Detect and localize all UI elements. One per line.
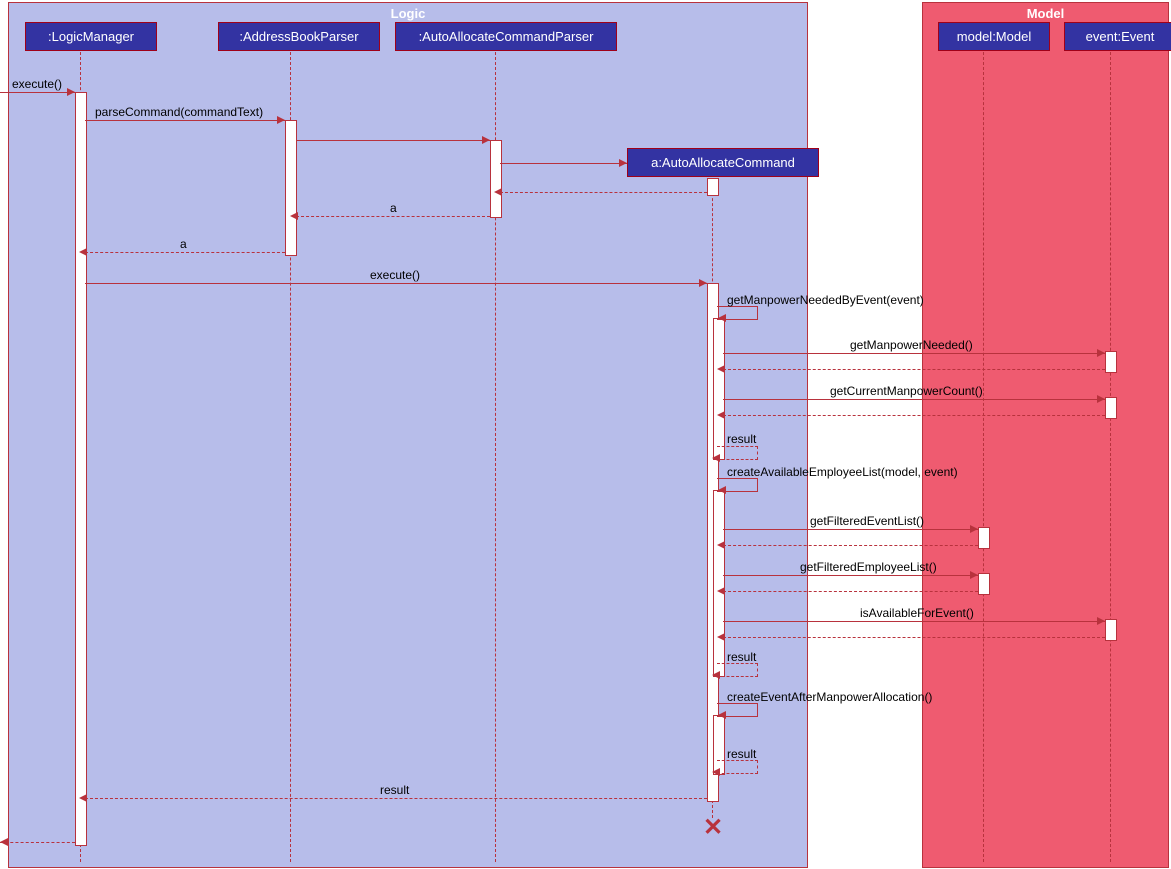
- arrow-return-a1: [296, 216, 490, 217]
- label-create-available-list: createAvailableEmployeeList(model, event…: [727, 465, 958, 479]
- participant-auto-allocate-parser: :AutoAllocateCommandParser: [395, 22, 617, 51]
- arrow-return-external: [0, 842, 75, 843]
- selfreturn-result1: [717, 446, 758, 460]
- arrowhead-self-create-available: [718, 486, 726, 494]
- arrowhead-get-manpower-needed: [1097, 349, 1105, 357]
- label-result3: result: [727, 747, 756, 761]
- label-current-manpower-count: getCurrentManpowerCount(): [830, 384, 983, 398]
- label-result-final: result: [380, 783, 409, 797]
- label-is-available: isAvailableForEvent(): [860, 606, 974, 620]
- label-get-manpower-needed: getManpowerNeeded(): [850, 338, 973, 352]
- arrow-return-aacp: [500, 192, 707, 193]
- activation-event-3: [1105, 619, 1117, 641]
- arrowhead-is-available: [1097, 617, 1105, 625]
- activation-event-1: [1105, 351, 1117, 373]
- arrow-execute-cmd: [85, 283, 707, 284]
- participant-event: event:Event: [1064, 22, 1171, 51]
- participant-model: model:Model: [938, 22, 1050, 51]
- arrow-get-manpower-needed: [723, 353, 1105, 354]
- arrowhead-return-manpower-needed: [717, 365, 725, 373]
- frame-model-label: Model: [1027, 6, 1065, 21]
- arrow-is-available: [723, 621, 1105, 622]
- arrowhead-execute-in: [67, 88, 75, 96]
- arrow-return-manpower-needed: [723, 369, 1105, 370]
- label-execute-in: execute(): [12, 77, 62, 91]
- arrowhead-return-a1: [290, 212, 298, 220]
- frame-logic-label: Logic: [391, 6, 426, 21]
- label-result2: result: [727, 650, 756, 664]
- arrowhead-return-external: [0, 838, 8, 846]
- arrowhead-self-create-event: [718, 711, 726, 719]
- participant-logic-manager: :LogicManager: [25, 22, 157, 51]
- sequence-diagram: Logic Model :LogicManager :AddressBookPa…: [0, 0, 1171, 869]
- destroy-icon: ✕: [703, 813, 723, 842]
- lifeline-model: [983, 52, 984, 862]
- arrow-return-result-final: [85, 798, 707, 799]
- label-manpower-by-event: getManpowerNeededByEvent(event): [727, 293, 924, 307]
- activation-model-1: [978, 527, 990, 549]
- arrowhead-return-aacp: [494, 188, 502, 196]
- arrow-filtered-employee-list: [723, 575, 978, 576]
- activation-auto-allocate-command-create: [707, 178, 719, 196]
- arrowhead-self-manpower: [718, 314, 726, 322]
- arrow-return-filtered-employee: [723, 591, 978, 592]
- label-result1: result: [727, 432, 756, 446]
- label-parse-command: parseCommand(commandText): [95, 105, 263, 119]
- participant-auto-allocate-command: a:AutoAllocateCommand: [627, 148, 819, 177]
- selfreturn-result3: [717, 760, 758, 774]
- lifeline-event: [1110, 52, 1111, 862]
- label-execute-cmd: execute(): [370, 268, 420, 282]
- arrowhead-filtered-event-list: [970, 525, 978, 533]
- arrowhead-return-filtered-event: [717, 541, 725, 549]
- label-return-a2: a: [180, 237, 187, 251]
- activation-auto-allocate-command-sub1: [713, 318, 725, 460]
- activation-model-2: [978, 573, 990, 595]
- activation-auto-allocate-parser: [490, 140, 502, 218]
- arrowhead-return-is-available: [717, 633, 725, 641]
- label-filtered-employee-list: getFilteredEmployeeList(): [800, 560, 937, 574]
- activation-event-2: [1105, 397, 1117, 419]
- arrow-parse-command: [85, 120, 285, 121]
- arrowhead-create-aac: [619, 159, 627, 167]
- arrowhead-current-manpower-count: [1097, 395, 1105, 403]
- arrowhead-filtered-employee-list: [970, 571, 978, 579]
- label-return-a1: a: [390, 201, 397, 215]
- arrowhead-execute-cmd: [699, 279, 707, 287]
- arrow-create-aac: [500, 163, 627, 164]
- arrow-return-is-available: [723, 637, 1105, 638]
- arrow-filtered-event-list: [723, 529, 978, 530]
- arrow-abp-aacp: [296, 140, 490, 141]
- label-filtered-event-list: getFilteredEventList(): [810, 514, 924, 528]
- arrowhead-parse-command: [277, 116, 285, 124]
- arrow-return-filtered-event: [723, 545, 978, 546]
- arrowhead-return-current-count: [717, 411, 725, 419]
- arrow-return-a2: [85, 252, 285, 253]
- arrow-execute-in: [0, 92, 75, 93]
- arrowhead-selfreturn-result1: [712, 454, 720, 462]
- participant-address-book-parser: :AddressBookParser: [218, 22, 380, 51]
- arrow-current-manpower-count: [723, 399, 1105, 400]
- frame-logic: Logic: [8, 2, 808, 868]
- frame-model: Model: [922, 2, 1169, 868]
- arrowhead-selfreturn-result2: [712, 671, 720, 679]
- selfreturn-result2: [717, 663, 758, 677]
- arrowhead-selfreturn-result3: [712, 768, 720, 776]
- arrow-return-current-count: [723, 415, 1105, 416]
- arrowhead-return-a2: [79, 248, 87, 256]
- label-create-event-after: createEventAfterManpowerAllocation(): [727, 690, 932, 704]
- arrowhead-return-filtered-employee: [717, 587, 725, 595]
- arrowhead-abp-aacp: [482, 136, 490, 144]
- activation-auto-allocate-command-sub2: [713, 490, 725, 677]
- arrowhead-return-result-final: [79, 794, 87, 802]
- activation-logic-manager: [75, 92, 87, 846]
